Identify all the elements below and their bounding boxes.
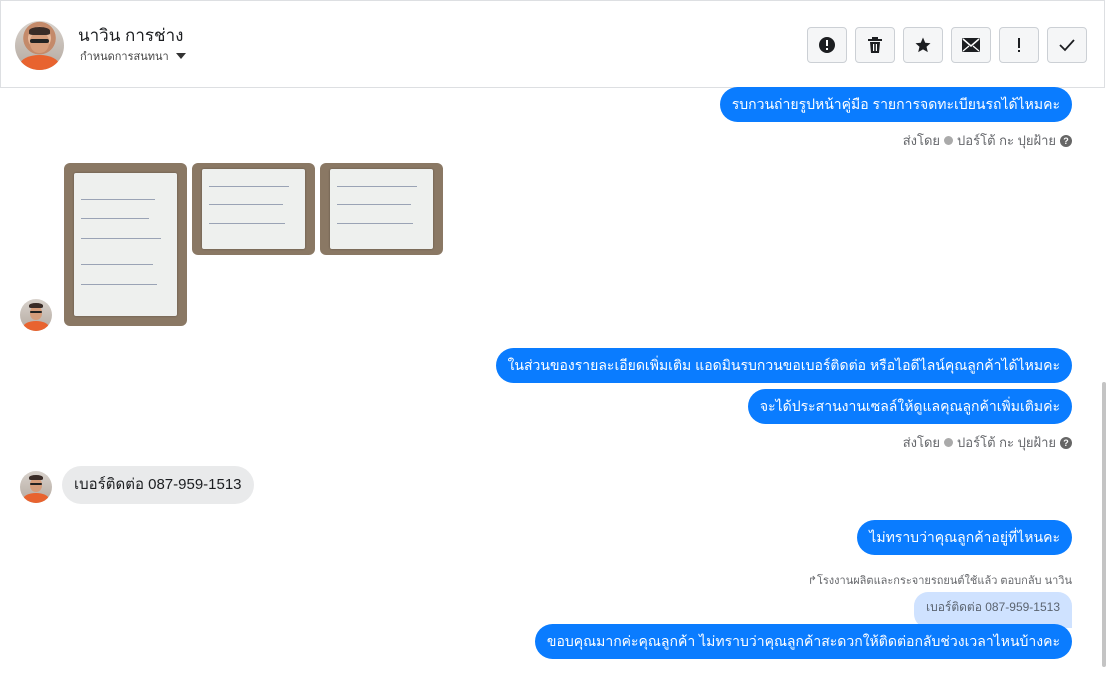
- sent-by-label: ส่งโดย ปอร์โต้ กะ ปุยฝ้าย ?: [903, 432, 1072, 453]
- status-dot-icon: [944, 438, 954, 447]
- incoming-message[interactable]: เบอร์ติดต่อ 087-959-1513: [62, 466, 254, 504]
- reply-context: ↱โรงงานผลิตและกระจายรถยนต์ใช้แล้ว ตอบกลั…: [807, 575, 1072, 587]
- conversation-label: กำหนดการสนทนา: [80, 51, 169, 63]
- conversation-header: นาวิน การช่าง กำหนดการสนทนา: [0, 0, 1105, 88]
- alert-circle-icon: [819, 37, 835, 53]
- outgoing-message[interactable]: จะได้ประสานงานเซลล์ให้ดูแลคุณลูกค้าเพิ่ม…: [747, 389, 1072, 424]
- attachment-photo[interactable]: [320, 163, 443, 255]
- outgoing-message[interactable]: ไม่ทราบว่าคุณลูกค้าอยู่ที่ไหนคะ: [857, 520, 1072, 555]
- outgoing-message[interactable]: รบกวนถ่ายรูปหน้าคู่มือ รายการจดทะเบียนรถ…: [719, 87, 1072, 122]
- attachment-photo[interactable]: [64, 163, 187, 326]
- conversation-label-dropdown[interactable]: กำหนดการสนทนา: [80, 47, 186, 65]
- outgoing-message[interactable]: ในส่วนของรายละเอียดเพิ่มเติม แอดมินรบกวน…: [495, 348, 1072, 383]
- envelope-icon: [962, 38, 980, 52]
- contact-avatar[interactable]: [15, 21, 64, 70]
- mark-done-button[interactable]: [1047, 27, 1087, 63]
- quoted-message[interactable]: เบอร์ติดต่อ 087-959-1513: [913, 592, 1072, 628]
- spam-button[interactable]: [999, 27, 1039, 63]
- delete-button[interactable]: [855, 27, 895, 63]
- scrollbar[interactable]: [1102, 382, 1106, 667]
- contact-avatar-small[interactable]: [20, 299, 52, 331]
- reply-arrow-icon: ↱: [807, 575, 817, 587]
- attachment-photo[interactable]: [192, 163, 315, 255]
- contact-avatar-small[interactable]: [20, 471, 52, 503]
- check-icon: [1059, 39, 1075, 52]
- outgoing-message[interactable]: ขอบคุณมากค่ะคุณลูกค้า ไม่ทราบว่าคุณลูกค้…: [534, 624, 1072, 659]
- contact-name[interactable]: นาวิน การช่าง: [78, 22, 183, 49]
- help-icon[interactable]: ?: [1060, 134, 1072, 147]
- mark-unread-button[interactable]: [951, 27, 991, 63]
- star-icon: [915, 37, 931, 53]
- trash-icon: [868, 37, 882, 53]
- help-icon[interactable]: ?: [1060, 436, 1072, 449]
- report-button[interactable]: [807, 27, 847, 63]
- star-button[interactable]: [903, 27, 943, 63]
- status-dot-icon: [944, 136, 954, 145]
- exclamation-icon: [1018, 38, 1020, 52]
- caret-down-icon: [175, 53, 186, 59]
- sent-by-label: ส่งโดย ปอร์โต้ กะ ปุยฝ้าย ?: [903, 130, 1072, 151]
